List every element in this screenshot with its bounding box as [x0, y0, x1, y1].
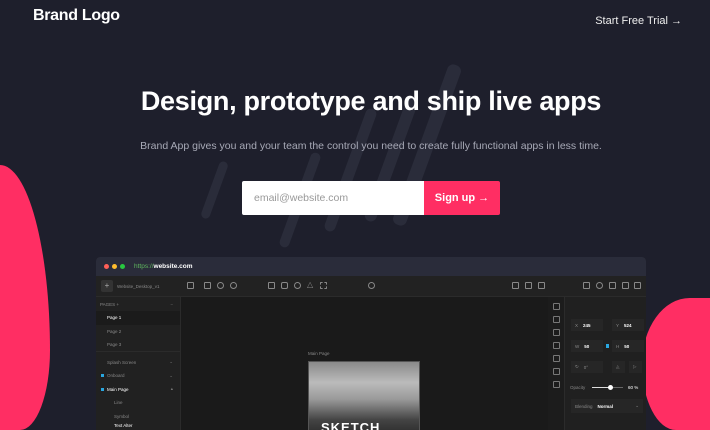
hero-title: Design, prototype and ship live apps — [140, 86, 602, 116]
panel-icon[interactable] — [538, 282, 545, 289]
image-icon[interactable] — [204, 282, 211, 289]
h-field[interactable]: H 50 — [612, 340, 644, 352]
maximize-dot[interactable] — [120, 264, 125, 269]
artboard-text: SKETCH — [321, 420, 381, 430]
layers-sidebar: PAGES + − Page 1 Page 2 Page 3 Splash Scr… — [96, 297, 181, 430]
tool-icon[interactable] — [552, 329, 560, 336]
decor-blob-left — [0, 165, 50, 430]
boolean-icon[interactable] — [583, 282, 590, 289]
tool-icon[interactable] — [552, 368, 560, 375]
browser-titlebar: https://website.com — [96, 257, 646, 276]
blending-select[interactable]: Blending Normal ⌄ — [571, 399, 643, 413]
tool-column — [548, 297, 565, 430]
layer-item[interactable]: Page 1 — [96, 311, 180, 325]
layout-icon[interactable] — [525, 282, 532, 289]
circle-icon[interactable] — [294, 282, 301, 289]
tool-icon[interactable] — [552, 381, 560, 388]
brand-logo[interactable]: Brand Logo — [33, 7, 120, 25]
tool-icon[interactable] — [552, 316, 560, 323]
layer-item[interactable]: Splash Screen ⌄ — [96, 356, 180, 370]
frame-icon[interactable] — [320, 282, 327, 289]
flip-horizontal-button[interactable]: ◬ — [612, 361, 625, 373]
layer-item[interactable]: Line — [96, 396, 180, 410]
layer-item[interactable]: Main Page ▴ — [96, 383, 180, 397]
y-field[interactable]: Y 524 — [612, 319, 644, 331]
rounded-rect-icon[interactable] — [281, 282, 288, 289]
filter-icon[interactable] — [622, 282, 629, 289]
rectangle-icon[interactable] — [268, 282, 275, 289]
layer-item[interactable]: Page 2 — [96, 325, 180, 339]
opacity-label: Opacity — [570, 385, 586, 390]
grid-icon[interactable] — [512, 282, 519, 289]
opacity-value: 60 % — [628, 385, 639, 390]
minimize-dot[interactable] — [112, 264, 117, 269]
link-icon[interactable] — [596, 282, 603, 289]
rotate-icon[interactable] — [230, 282, 237, 289]
triangle-icon[interactable]: △ — [307, 280, 314, 289]
decor-stroke — [200, 160, 229, 220]
tool-icon[interactable] — [552, 355, 560, 362]
app-window: https://website.com + Website_Desktop_v1… — [96, 257, 646, 430]
decor-blob-right — [642, 298, 710, 430]
signup-form: Sign up → — [242, 181, 500, 215]
zoom-icon[interactable] — [368, 282, 375, 289]
hero-subtitle: Brand App gives you and your team the co… — [140, 140, 602, 152]
editor-toolbar: + Website_Desktop_v1 △ — [96, 276, 646, 297]
properties-panel: X 245 Y 524 W 50 H 50 ↻ 0° ◬ ▷ Opacity 60 % B… — [565, 297, 646, 430]
w-field[interactable]: W 50 — [571, 340, 603, 352]
pages-header[interactable]: PAGES + − — [96, 297, 180, 311]
x-field[interactable]: X 245 — [571, 319, 603, 331]
add-icon[interactable]: + — [101, 280, 113, 292]
file-name: Website_Desktop_v1 — [117, 284, 160, 289]
flip-vertical-button[interactable]: ▷ — [629, 361, 642, 373]
lock-icon[interactable] — [606, 344, 609, 348]
tool-icon[interactable] — [552, 303, 560, 310]
component-icon[interactable] — [187, 282, 194, 289]
contrast-icon[interactable] — [217, 282, 224, 289]
rotation-field[interactable]: ↻ 0° — [571, 361, 603, 373]
artboard[interactable]: SKETCH — [308, 361, 420, 430]
opacity-slider[interactable] — [592, 385, 623, 390]
layer-item[interactable]: Text Alter — [96, 423, 180, 430]
signup-button[interactable]: Sign up → — [424, 181, 500, 215]
stamp-icon[interactable] — [609, 282, 616, 289]
layer-item[interactable]: Page 3 — [96, 338, 180, 352]
layer-item[interactable]: Symbol — [96, 410, 180, 424]
tool-icon[interactable] — [552, 342, 560, 349]
email-input[interactable] — [242, 181, 424, 215]
layer-item[interactable]: Onboard ⌄ — [96, 369, 180, 383]
start-free-trial-link[interactable]: Start Free Trial → — [595, 15, 682, 27]
preview-icon[interactable] — [634, 282, 641, 289]
url-bar[interactable]: https://website.com — [134, 263, 193, 270]
close-dot[interactable] — [104, 264, 109, 269]
artboard-label: Main Page — [308, 351, 330, 356]
